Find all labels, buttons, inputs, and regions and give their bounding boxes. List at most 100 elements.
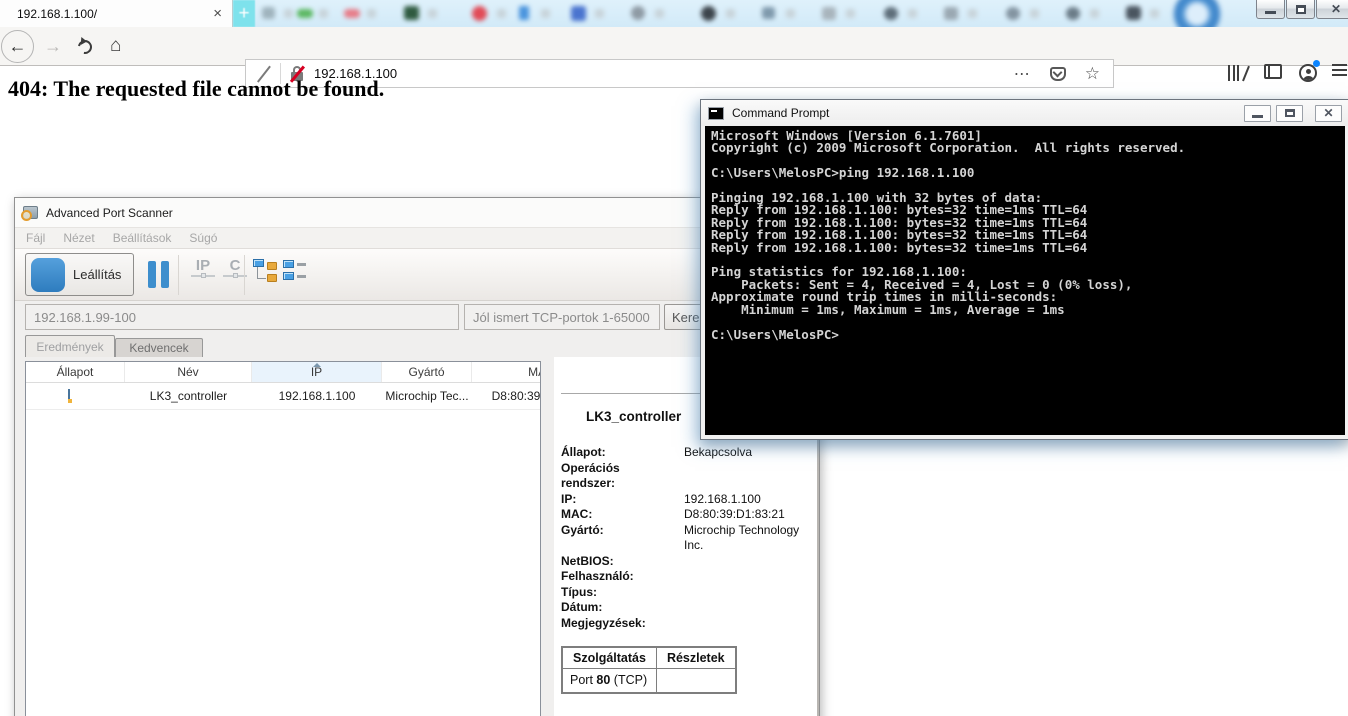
blurred-tab-favicon[interactable] — [786, 8, 795, 18]
detail-field-label: MAC: — [561, 507, 593, 521]
blurred-tab-favicon[interactable] — [1126, 6, 1141, 20]
tab-favorites[interactable]: Kedvencek — [115, 338, 203, 357]
menu-item-belltsok[interactable]: Beállítások — [104, 231, 181, 245]
reload-icon[interactable] — [75, 37, 95, 57]
device-title: LK3_controller — [586, 409, 682, 424]
blurred-tab-favicon[interactable] — [319, 8, 328, 18]
blurred-tab-favicon[interactable] — [822, 6, 836, 20]
ports-header-details: Részletek — [655, 646, 737, 669]
blurred-tab-favicon[interactable] — [404, 6, 419, 20]
command-prompt-window: Command Prompt ✕ Microsoft Windows [Vers… — [700, 99, 1348, 440]
window-maximize-button[interactable] — [1286, 0, 1315, 19]
scanner-title-bar[interactable]: Advanced Port Scanner — [15, 198, 819, 228]
detail-field-row: Állapot: Bekapcsolva — [561, 445, 813, 461]
cmd-restore-button[interactable] — [1276, 104, 1303, 122]
network-tree-icon[interactable] — [253, 259, 279, 285]
blurred-tab-favicon[interactable] — [262, 7, 275, 19]
tab-results[interactable]: Eredmények — [25, 335, 115, 357]
window-close-button[interactable]: ✕ — [1316, 0, 1348, 19]
column-header-ip[interactable]: IP — [252, 362, 382, 382]
port-profile-input[interactable] — [464, 304, 660, 330]
blurred-tab-favicon[interactable] — [497, 8, 506, 18]
cmd-close-button[interactable]: ✕ — [1315, 104, 1342, 122]
console-area[interactable]: Microsoft Windows [Version 6.1.7601] Cop… — [705, 126, 1345, 435]
c-class-tool-button[interactable]: C — [219, 257, 251, 278]
back-arrow-icon: ← — [8, 36, 27, 56]
device-ip-cell: 192.168.1.100 — [278, 389, 356, 403]
ip-tool-button[interactable]: IP — [187, 257, 219, 278]
ip-range-input[interactable] — [25, 304, 459, 330]
menu-item-nzet[interactable]: Nézet — [54, 231, 103, 245]
sidebar-icon[interactable] — [1264, 64, 1282, 79]
window-minimize-button[interactable] — [1256, 0, 1285, 19]
blurred-tab-favicon[interactable] — [726, 8, 735, 18]
column-header-mac[interactable]: MAC — [472, 362, 540, 382]
tab-title: 192.168.1.100/ — [17, 6, 98, 21]
page-actions-icon[interactable]: ⋯ — [1014, 64, 1031, 84]
blurred-tab-favicon[interactable] — [595, 8, 604, 18]
details-fields: Állapot: Bekapcsolva Operációs rendszer: IP… — [561, 445, 813, 631]
blurred-tab-favicon[interactable] — [472, 5, 487, 21]
tab-close-icon[interactable]: × — [213, 6, 222, 21]
blurred-tab-favicon[interactable] — [284, 8, 293, 18]
scanner-toolbar: Leállítás IP C — [15, 249, 819, 301]
blurred-tab-favicon[interactable] — [344, 8, 360, 18]
detail-field-row: Dátum: — [561, 600, 813, 616]
column-header-status[interactable]: Állapot — [26, 362, 125, 382]
cmd-title-bar[interactable]: Command Prompt ✕ — [701, 100, 1348, 126]
blurred-tab-favicon[interactable] — [655, 8, 664, 18]
blurred-tab-favicon[interactable] — [944, 6, 958, 20]
cmd-minimize-button[interactable] — [1244, 104, 1271, 122]
blurred-tab-favicon[interactable] — [1006, 6, 1020, 20]
scanner-app-icon — [21, 206, 38, 221]
blurred-tab-favicon[interactable] — [571, 5, 586, 21]
blurred-tab-favicon[interactable] — [1066, 6, 1080, 20]
detail-field-row: Operációs rendszer: — [561, 461, 813, 492]
new-tab-button[interactable]: + — [233, 0, 255, 27]
menu-icon[interactable] — [1332, 64, 1347, 76]
pocket-icon[interactable] — [1049, 66, 1066, 81]
bookmark-star-icon[interactable]: ☆ — [1085, 64, 1100, 84]
port-row[interactable]: Port 80 (TCP) — [561, 668, 737, 693]
blurred-tab-favicon[interactable] — [519, 6, 529, 20]
menu-item-sg[interactable]: Súgó — [180, 231, 226, 245]
column-header-name[interactable]: Név — [125, 362, 252, 382]
detail-field-value — [684, 585, 813, 601]
network-list-icon[interactable] — [283, 259, 309, 285]
blurred-tab-favicon[interactable] — [1030, 8, 1039, 18]
forward-button[interactable]: → — [44, 36, 62, 57]
blurred-tab-favicon[interactable] — [701, 5, 716, 21]
minimize-icon — [1252, 114, 1263, 118]
column-header-vendor[interactable]: Gyártó — [382, 362, 472, 382]
library-icon[interactable] — [1228, 64, 1250, 82]
device-mac-cell: D8:80:39:D1:83:21 — [491, 389, 541, 403]
blurred-tab-favicon[interactable] — [367, 8, 376, 18]
detail-field-label: Gyártó: — [561, 522, 604, 537]
menu-item-fjl[interactable]: Fájl — [17, 231, 54, 245]
pause-scan-button[interactable] — [148, 261, 169, 288]
blurred-tab-favicon[interactable] — [428, 8, 437, 18]
close-icon: ✕ — [1330, 2, 1342, 16]
active-tab[interactable]: 192.168.1.100/ × — [0, 0, 233, 27]
blurred-tab-favicon[interactable] — [1090, 8, 1099, 18]
detail-field-value: Bekapcsolva — [684, 445, 753, 459]
stop-scan-button[interactable]: Leállítás — [25, 253, 134, 296]
detail-field-row: NetBIOS: — [561, 554, 813, 570]
blurred-tab-favicon[interactable] — [908, 8, 917, 18]
detail-field-label: Operációs rendszer: — [561, 460, 620, 491]
blurred-tab-favicon[interactable] — [968, 8, 977, 18]
blurred-tab-favicon[interactable] — [1150, 8, 1159, 18]
result-row[interactable]: LK3_controller 192.168.1.100 Microchip T… — [26, 383, 540, 410]
blurred-tab-favicon[interactable] — [541, 8, 550, 18]
forward-arrow-icon: → — [44, 36, 62, 56]
blurred-tab-favicon[interactable] — [884, 6, 898, 20]
blurred-tab-favicon[interactable] — [631, 6, 645, 20]
detail-field-label: Felhasználó: — [561, 569, 634, 583]
results-header-row: Állapot Név IP Gyártó MAC — [26, 362, 540, 383]
detail-field-label: Megjegyzések: — [561, 615, 646, 630]
blurred-tab-favicon[interactable] — [762, 7, 775, 19]
blurred-tab-favicon[interactable] — [297, 8, 313, 18]
back-button[interactable]: ← — [1, 30, 34, 63]
blurred-tab-favicon[interactable] — [846, 8, 855, 18]
home-icon[interactable]: ⌂ — [110, 35, 121, 57]
